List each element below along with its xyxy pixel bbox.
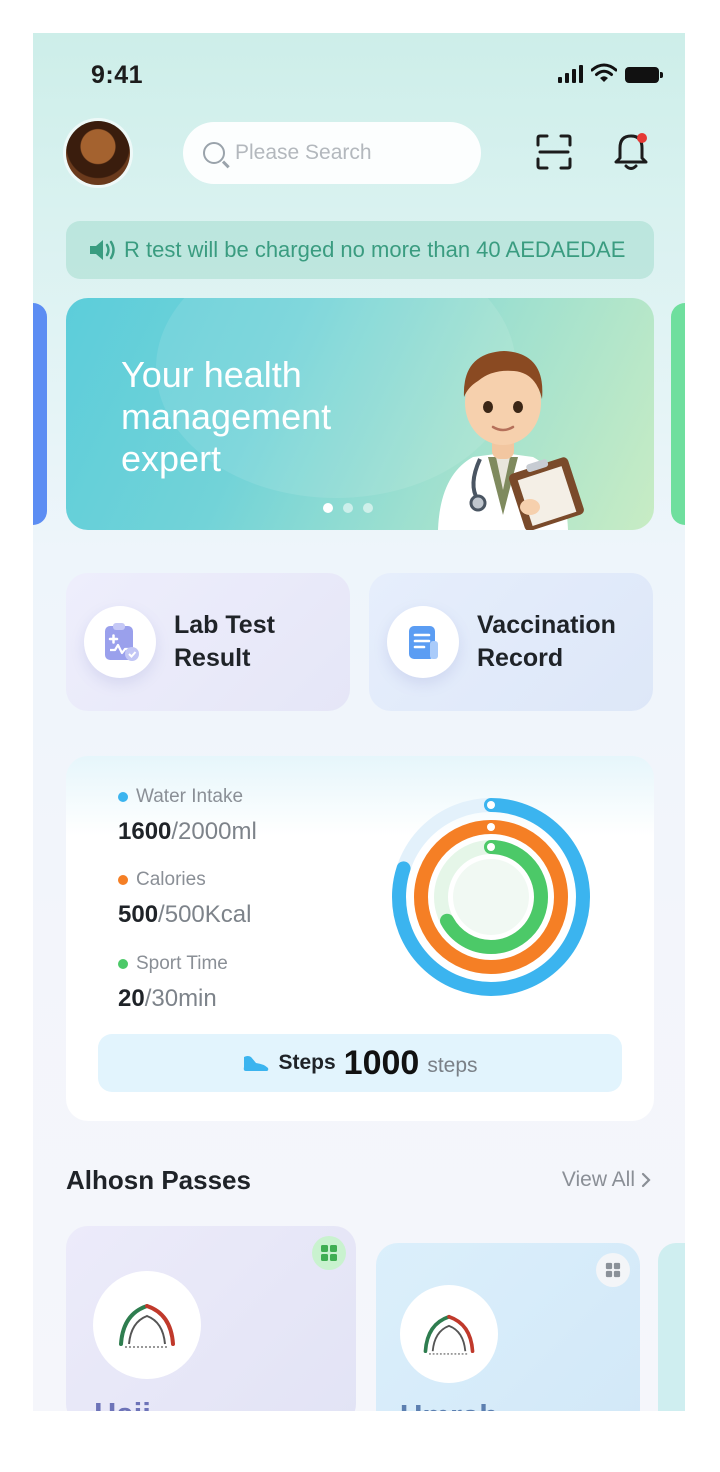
calories-dot — [118, 875, 128, 885]
next-pass-peek[interactable] — [658, 1243, 685, 1411]
speaker-icon — [90, 240, 115, 260]
status-time: 9:41 — [91, 61, 144, 89]
metric-value-row: 500/500Kcal — [118, 901, 251, 929]
metric-label: Water Intake — [136, 786, 244, 807]
view-all-label: View All — [561, 1168, 635, 1191]
status-icons — [558, 63, 663, 83]
steps-label: Steps — [278, 1051, 336, 1074]
metric-value: 500 — [118, 901, 159, 928]
lab-test-result-label: Lab Test Result — [174, 611, 275, 672]
notice-text: R test will be charged no more than 40 A… — [124, 237, 626, 262]
search-bar[interactable] — [183, 122, 481, 184]
banner-pagination — [323, 503, 373, 513]
calories-metric: Calories 500/500Kcal — [118, 869, 251, 929]
steps-bar[interactable]: Steps 1000 steps — [98, 1034, 622, 1092]
metric-goal: /30min — [144, 985, 217, 1012]
app-screen: 9:41 R test will be cha — [33, 33, 685, 1411]
metric-goal: /500Kcal — [158, 901, 252, 928]
shoe-icon — [244, 1056, 269, 1071]
notification-dot — [637, 133, 647, 143]
ring-start-marker — [487, 823, 495, 831]
metric-value-row: 20/30min — [118, 985, 228, 1013]
view-all-link[interactable]: View All — [562, 1168, 651, 1192]
qr-code-icon[interactable] — [596, 1253, 630, 1287]
prev-banner-peek[interactable] — [33, 303, 47, 525]
steps-unit: steps — [427, 1054, 478, 1077]
umrah-logo-icon — [400, 1285, 498, 1383]
lab-test-result-card[interactable]: Lab Test Result — [66, 573, 350, 711]
chevron-right-icon — [641, 1172, 651, 1188]
vaccination-record-label: Vaccination Record — [477, 611, 616, 672]
sport-dot — [118, 959, 128, 969]
metric-name-row: Water Intake — [118, 786, 257, 808]
pass-name: Hajj — [94, 1396, 151, 1411]
avatar[interactable] — [66, 121, 130, 185]
pass-name: Umrah — [400, 1398, 498, 1411]
pagination-dot[interactable] — [323, 503, 333, 513]
ring-center — [453, 859, 529, 935]
water-intake-metric: Water Intake 1600/2000ml — [118, 786, 257, 846]
water-dot — [118, 792, 128, 802]
metric-name-row: Sport Time — [118, 953, 228, 975]
scan-icon[interactable] — [536, 134, 572, 170]
cellular-signal-icon — [558, 65, 583, 83]
hajj-logo-icon — [93, 1271, 201, 1379]
next-banner-peek[interactable] — [671, 303, 685, 525]
sport-time-metric: Sport Time 20/30min — [118, 953, 228, 1013]
wifi-icon — [591, 63, 617, 82]
activity-rings — [392, 798, 590, 996]
metric-goal: /2000ml — [171, 818, 257, 845]
pagination-dot[interactable] — [343, 503, 353, 513]
health-stats-card[interactable]: Water Intake 1600/2000ml Calories 500/50… — [66, 756, 654, 1121]
metric-value-row: 1600/2000ml — [118, 818, 257, 846]
steps-value: 1000 — [343, 1043, 420, 1082]
battery-icon — [625, 67, 663, 83]
document-list-icon — [387, 606, 459, 678]
ring-start-marker — [487, 801, 495, 809]
metric-label: Sport Time — [136, 953, 228, 974]
vaccination-record-card[interactable]: Vaccination Record — [369, 573, 653, 711]
metric-label: Calories — [136, 869, 206, 890]
search-icon — [203, 142, 225, 164]
qr-code-icon[interactable] — [312, 1236, 346, 1270]
section-title: Alhosn Passes — [66, 1165, 251, 1195]
notification-bell-icon[interactable] — [613, 131, 649, 171]
pass-card-hajj[interactable]: Hajj — [66, 1226, 356, 1411]
metric-value: 1600 — [118, 818, 172, 845]
notice-banner[interactable]: R test will be charged no more than 40 A… — [66, 221, 654, 279]
metric-value: 20 — [118, 985, 145, 1012]
lab-report-icon — [84, 606, 156, 678]
ring-start-marker — [487, 843, 495, 851]
metric-name-row: Calories — [118, 869, 251, 891]
pagination-dot[interactable] — [363, 503, 373, 513]
doctor-illustration — [438, 351, 584, 530]
search-input[interactable] — [235, 141, 455, 165]
pass-card-umrah[interactable]: Umrah — [376, 1243, 640, 1411]
banner-title: Your health management expert — [121, 354, 332, 479]
